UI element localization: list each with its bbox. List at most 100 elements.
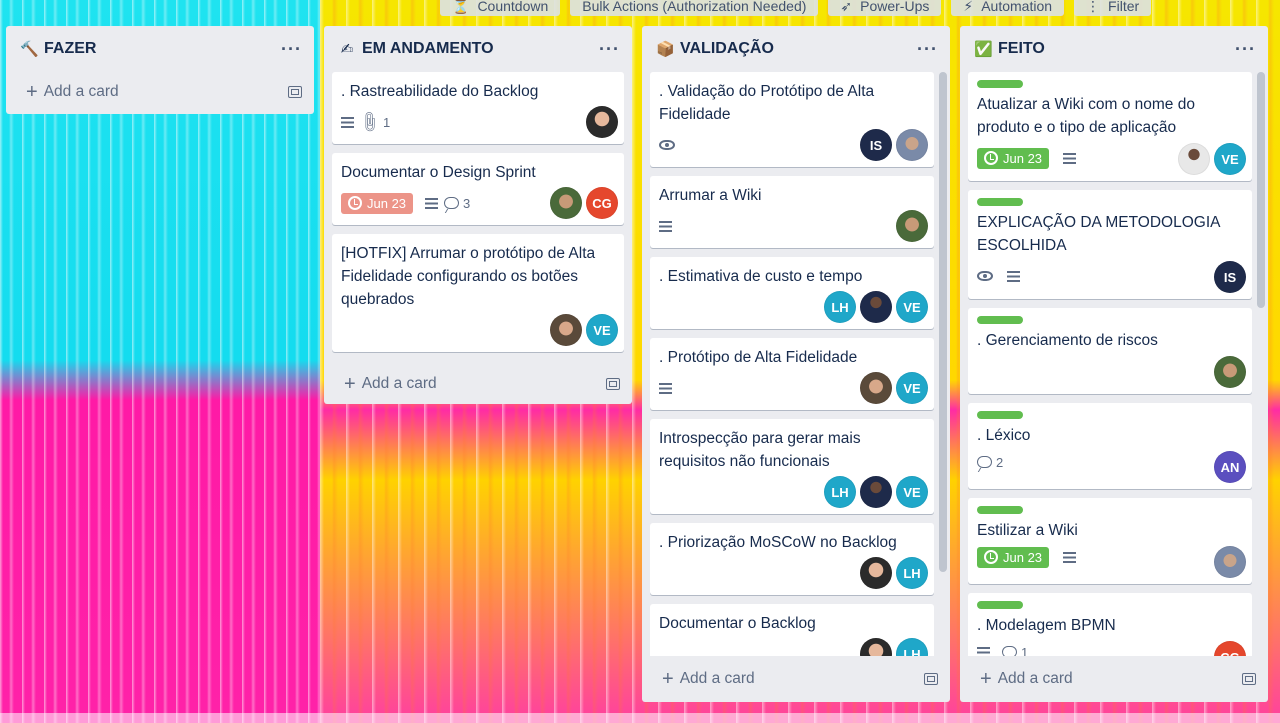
avatar[interactable]: LH	[824, 476, 856, 508]
green-label[interactable]	[977, 198, 1023, 206]
horizontal-scrollbar[interactable]	[0, 713, 1280, 723]
avatar[interactable]: VE	[586, 314, 618, 346]
avatar[interactable]	[550, 187, 582, 219]
card[interactable]: . Estimativa de custo e tempo LH VE	[650, 257, 934, 329]
avatar[interactable]: CG	[1214, 641, 1246, 656]
card-template-icon[interactable]	[1242, 673, 1256, 685]
avatar[interactable]: IS	[1214, 261, 1246, 293]
add-card-button[interactable]: + Add a card	[960, 656, 1268, 702]
list-title[interactable]: FEITO	[998, 40, 1235, 58]
card-template-icon[interactable]	[288, 86, 302, 98]
due-date-badge[interactable]: Jun 23	[977, 546, 1050, 568]
card[interactable]: . Léxico 2 AN	[968, 403, 1252, 489]
card-badges	[659, 211, 926, 241]
avatar[interactable]	[896, 129, 928, 161]
add-card-button[interactable]: + Add a card	[324, 361, 632, 407]
list-scrollbar[interactable]	[1257, 72, 1265, 308]
due-date-badge[interactable]: Jun 23	[977, 147, 1050, 169]
card[interactable]: . Gerenciamento de riscos	[968, 308, 1252, 394]
avatar[interactable]: VE	[896, 372, 928, 404]
card-title: EXPLICAÇÃO DA METODOLOGIA ESCOLHIDA	[977, 214, 1220, 254]
paperclip-icon: 📎︎	[356, 109, 382, 136]
card[interactable]: . Modelagem BPMN 1 CG	[968, 593, 1252, 656]
comment-icon	[977, 456, 992, 468]
list-header[interactable]: ✅ FEITO ···	[960, 26, 1268, 72]
card-template-icon[interactable]	[606, 378, 620, 390]
automation-button[interactable]: ⚡ Automation	[951, 0, 1065, 16]
list-menu-button[interactable]: ···	[917, 39, 938, 60]
card[interactable]: . Protótipo de Alta Fidelidade VE	[650, 338, 934, 410]
card[interactable]: [HOTFIX] Arrumar o protótipo de Alta Fid…	[332, 234, 624, 352]
avatar[interactable]: VE	[896, 291, 928, 323]
plus-icon: +	[662, 667, 674, 690]
avatar[interactable]	[860, 557, 892, 589]
avatar[interactable]	[550, 314, 582, 346]
list-title[interactable]: EM ANDAMENTO	[362, 40, 599, 58]
card-title: Documentar o Backlog	[659, 615, 816, 632]
card-members: LH VE	[824, 476, 928, 508]
avatar[interactable]: VE	[896, 476, 928, 508]
due-date-badge[interactable]: Jun 23	[341, 192, 414, 214]
list-header[interactable]: 🔨 FAZER ···	[6, 26, 314, 72]
card[interactable]: . Priorização MoSCoW no Backlog LH	[650, 523, 934, 595]
plus-icon: +	[26, 80, 38, 103]
card-title: . Rastreabilidade do Backlog	[341, 83, 539, 100]
card-members	[586, 106, 618, 138]
power-ups-button[interactable]: ➶ Power-Ups	[828, 0, 942, 16]
card[interactable]: Arrumar a Wiki	[650, 176, 934, 248]
list-header[interactable]: 📦 VALIDAÇÃO ···	[642, 26, 950, 72]
list-menu-button[interactable]: ···	[1235, 39, 1256, 60]
list-header[interactable]: ✍ EM ANDAMENTO ···	[324, 26, 632, 72]
green-label[interactable]	[977, 411, 1023, 419]
avatar[interactable]: IS	[860, 129, 892, 161]
avatar[interactable]	[860, 372, 892, 404]
list-title[interactable]: FAZER	[44, 40, 281, 58]
avatar[interactable]	[860, 476, 892, 508]
description-icon	[425, 197, 439, 209]
comments-badge: 3	[444, 196, 470, 211]
avatar[interactable]: LH	[896, 557, 928, 589]
avatar[interactable]	[1214, 356, 1246, 388]
avatar[interactable]	[860, 291, 892, 323]
card[interactable]: EXPLICAÇÃO DA METODOLOGIA ESCOLHIDA IS	[968, 190, 1252, 299]
avatar[interactable]	[896, 210, 928, 242]
list-menu-button[interactable]: ···	[599, 39, 620, 60]
filter-button[interactable]: ⋮ Filter	[1074, 0, 1152, 16]
avatar[interactable]	[1214, 546, 1246, 578]
green-label[interactable]	[977, 506, 1023, 514]
card[interactable]: . Rastreabilidade do Backlog 📎︎ 1	[332, 72, 624, 144]
list-menu-button[interactable]: ···	[281, 39, 302, 60]
avatar[interactable]	[1178, 143, 1210, 175]
card-badges: 1	[977, 637, 1244, 656]
avatar[interactable]: VE	[1214, 143, 1246, 175]
green-label[interactable]	[977, 80, 1023, 88]
package-icon: 📦	[656, 41, 675, 58]
list-title[interactable]: VALIDAÇÃO	[680, 40, 917, 58]
card[interactable]: . Validação do Protótipo de Alta Fidelid…	[650, 72, 934, 167]
green-label[interactable]	[977, 316, 1023, 324]
countdown-button[interactable]: ⏳ Countdown	[440, 0, 561, 16]
card[interactable]: Introspecção para gerar mais requisitos …	[650, 419, 934, 514]
avatar[interactable]	[860, 638, 892, 656]
list-scrollbar[interactable]	[939, 72, 947, 572]
add-card-button[interactable]: + Add a card	[642, 656, 950, 702]
avatar[interactable]: AN	[1214, 451, 1246, 483]
card[interactable]: Atualizar a Wiki com o nome do produto e…	[968, 72, 1252, 181]
card-title: . Estimativa de custo e tempo	[659, 268, 863, 285]
green-label[interactable]	[977, 601, 1023, 609]
card[interactable]: Documentar o Design Sprint Jun 23 3 CG	[332, 153, 624, 225]
card[interactable]: Estilizar a Wiki Jun 23	[968, 498, 1252, 584]
avatar[interactable]: CG	[586, 187, 618, 219]
bulk-actions-button[interactable]: Bulk Actions (Authorization Needed)	[570, 0, 819, 16]
add-card-button[interactable]: + Add a card	[6, 72, 314, 112]
avatar[interactable]	[586, 106, 618, 138]
avatar[interactable]: LH	[824, 291, 856, 323]
card[interactable]: Documentar o Backlog LH	[650, 604, 934, 656]
card-template-icon[interactable]	[924, 673, 938, 685]
card-list: . Validação do Protótipo de Alta Fidelid…	[642, 72, 950, 656]
avatar[interactable]: LH	[896, 638, 928, 656]
card-title: . Priorização MoSCoW no Backlog	[659, 534, 897, 551]
card-members	[896, 210, 928, 242]
card-members	[1214, 356, 1246, 388]
card-members: LH	[860, 557, 928, 589]
